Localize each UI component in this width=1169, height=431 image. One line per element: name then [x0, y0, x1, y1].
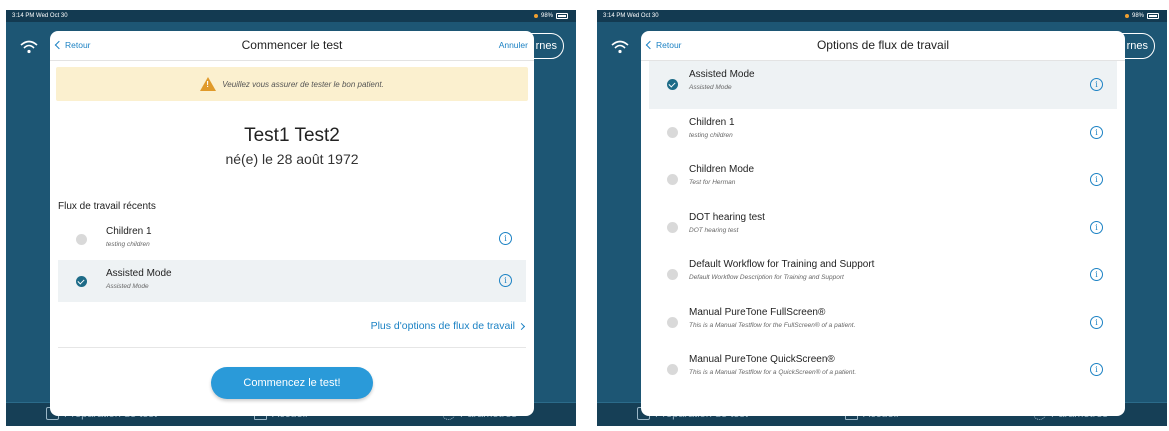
start-test-button[interactable]: Commencez le test! — [211, 367, 373, 399]
status-time: 3:14 PM Wed Oct 30 — [12, 13, 68, 19]
more-link-label: Plus d'options de flux de travail — [370, 320, 515, 332]
workflow-name: Children 1 — [106, 226, 152, 237]
workflow-description: This is a Manual Testflow for the FullSc… — [689, 321, 856, 329]
workflow-options-modal: Retour Options de flux de travail Assist… — [641, 31, 1125, 416]
workflow-description: Default Workflow Description for Trainin… — [689, 274, 844, 281]
workflow-options-list: Assisted Mode Assisted Mode i Children 1… — [641, 61, 1125, 394]
wifi-icon — [611, 40, 629, 54]
status-right: 98% — [533, 10, 568, 22]
info-circle-icon[interactable]: i — [1090, 315, 1103, 329]
info-circle-icon[interactable]: i — [1090, 125, 1103, 139]
workflow-item-children-mode[interactable]: Children Mode Test for Herman i — [649, 156, 1117, 204]
radio-unselected-icon[interactable] — [667, 316, 678, 328]
recent-workflows-heading: Flux de travail récents — [58, 201, 156, 212]
workflow-name: DOT hearing test — [689, 211, 765, 223]
radio-unselected-icon[interactable] — [76, 234, 87, 245]
wifi-icon — [20, 40, 38, 54]
modal-title: Commencer le test — [241, 38, 343, 52]
recent-workflow-list: Children 1 testing children i Assisted M… — [50, 218, 534, 302]
modal-nav-bar: Retour Commencer le test Annuler — [50, 31, 534, 61]
workflow-item-default-training-support[interactable]: Default Workflow for Training and Suppor… — [649, 251, 1117, 299]
workflow-description: This is a Manual Testflow for a QuickScr… — [689, 369, 857, 376]
radio-unselected-icon[interactable] — [667, 269, 678, 280]
recording-dot-icon — [1124, 14, 1129, 18]
info-circle-icon[interactable]: i — [1090, 78, 1103, 91]
status-time: 3:14 PM Wed Oct 30 — [603, 13, 659, 19]
workflow-name: Default Workflow for Training and Suppor… — [689, 259, 875, 270]
info-circle-icon[interactable]: i — [1090, 220, 1103, 234]
info-circle-icon[interactable]: i — [499, 232, 512, 245]
workflow-description: Assisted Mode — [689, 84, 732, 91]
radio-unselected-icon[interactable] — [667, 364, 678, 375]
workflow-name: Manual PureTone QuickScreen® — [689, 354, 835, 365]
warning-banner: Veuillez vous assurer de tester le bon p… — [56, 67, 528, 101]
status-bar: 3:14 PM Wed Oct 30 98% — [6, 10, 576, 22]
workflow-item-manual-puretone-quickscreen[interactable]: Manual PureTone QuickScreen® This is a M… — [649, 346, 1117, 394]
patient-name: Test1 Test2 — [244, 125, 340, 146]
chevron-right-icon — [517, 322, 526, 330]
workflow-item-dot-hearing-test[interactable]: DOT hearing test DOT hearing test i — [649, 204, 1117, 252]
workflow-description: Assisted Mode — [106, 283, 149, 290]
radio-selected-icon[interactable] — [76, 276, 87, 287]
info-circle-icon[interactable]: i — [1090, 363, 1103, 376]
radio-selected-icon[interactable] — [667, 79, 678, 90]
status-right: 98% — [1124, 10, 1159, 22]
start-test-modal: Retour Commencer le test Annuler Veuille… — [50, 31, 534, 416]
info-circle-icon[interactable]: i — [499, 274, 512, 287]
workflow-description: testing children — [106, 241, 150, 248]
radio-unselected-icon[interactable] — [667, 174, 678, 185]
workflow-item-children-1[interactable]: Children 1 testing children i — [649, 109, 1117, 157]
workflow-description: testing children — [689, 131, 733, 139]
workflow-description: Test for Herman — [689, 179, 736, 186]
workflow-name: Children Mode — [689, 164, 755, 175]
warning-text: Veuillez vous assurer de tester le bon p… — [222, 79, 384, 89]
more-workflow-options-link[interactable]: Plus d'options de flux de travail — [370, 320, 526, 332]
workflow-description: DOT hearing test — [689, 226, 739, 234]
cancel-button[interactable]: Annuler — [499, 40, 528, 50]
info-circle-icon[interactable]: i — [1090, 173, 1103, 186]
workflow-name: Manual PureTone FullScreen® — [689, 306, 826, 318]
battery-icon — [556, 13, 568, 19]
divider — [58, 347, 526, 348]
workflow-name: Children 1 — [689, 116, 735, 128]
workflow-item-assisted-mode[interactable]: Assisted Mode Assisted Mode i — [58, 260, 526, 302]
workflow-item-children-1[interactable]: Children 1 testing children i — [58, 218, 526, 260]
patient-dob: né(e) le 28 août 1972 — [225, 151, 359, 167]
workflow-name: Assisted Mode — [689, 69, 755, 80]
screen-start-test: 3:14 PM Wed Oct 30 98% rnes Préparation … — [6, 10, 576, 426]
workflow-item-manual-puretone-fullscreen[interactable]: Manual PureTone FullScreen® This is a Ma… — [649, 299, 1117, 347]
workflow-name: Assisted Mode — [106, 268, 172, 279]
radio-unselected-icon[interactable] — [667, 221, 678, 233]
modal-nav-bar: Retour Options de flux de travail — [641, 31, 1125, 61]
recording-dot-icon — [533, 14, 538, 18]
status-battery-text: 98% — [1131, 13, 1144, 19]
info-circle-icon[interactable]: i — [1090, 268, 1103, 281]
workflow-item-assisted-mode[interactable]: Assisted Mode Assisted Mode i — [649, 61, 1117, 109]
status-bar: 3:14 PM Wed Oct 30 98% — [597, 10, 1167, 22]
screen-workflow-options: 3:14 PM Wed Oct 30 98% rnes Préparation … — [597, 10, 1167, 426]
radio-unselected-icon[interactable] — [667, 126, 678, 138]
warning-triangle-icon — [200, 77, 217, 91]
status-battery-text: 98% — [540, 13, 553, 19]
modal-title: Options de flux de travail — [816, 38, 950, 52]
battery-icon — [1147, 13, 1159, 19]
